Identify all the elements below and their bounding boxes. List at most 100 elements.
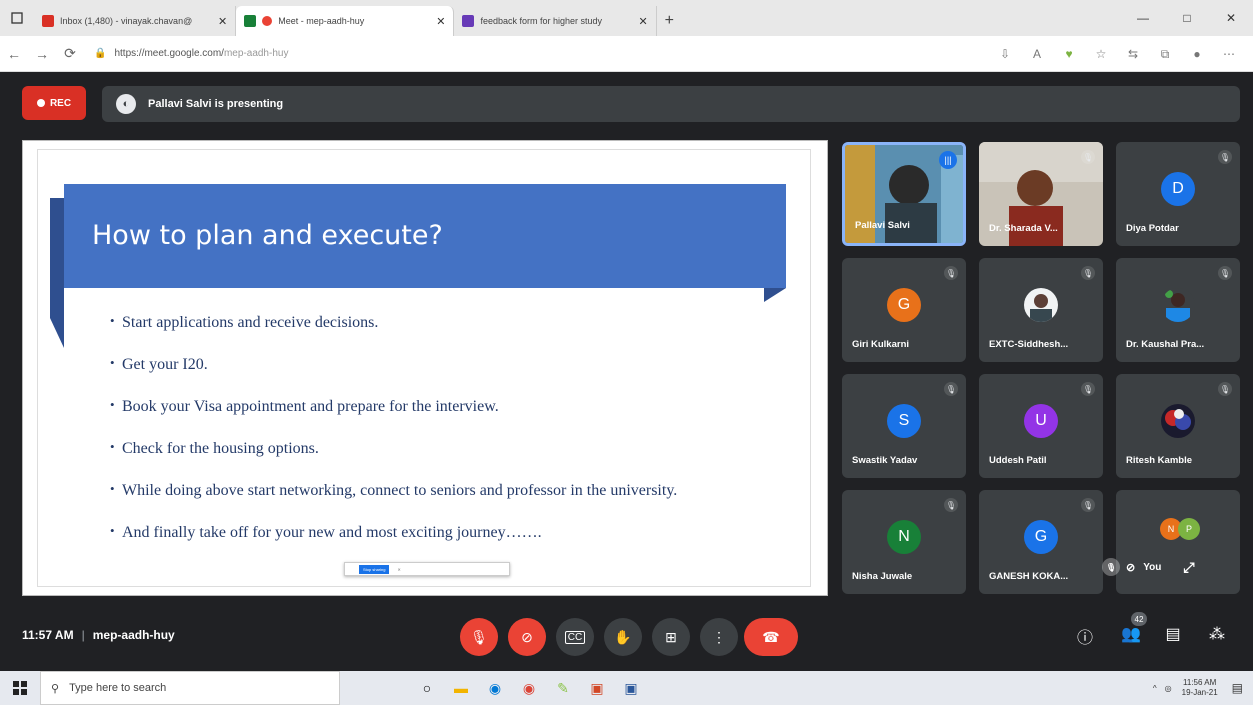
participant-tile[interactable]: 🎙 EXTC-Siddhesh... <box>979 258 1103 362</box>
bullet-item: Get your I20. <box>110 350 770 378</box>
banner-ribbon-right <box>764 288 786 302</box>
close-icon[interactable]: ✕ <box>397 567 400 572</box>
system-tray: ^ ◎ 11:56 AM 19-Jan-21 ▤ <box>1153 671 1243 705</box>
raise-hand-button[interactable]: ✋ <box>604 618 642 656</box>
avatar <box>1024 288 1058 322</box>
share-icon[interactable]: ⧉ <box>1149 47 1181 62</box>
favorites-icon[interactable]: ☆ <box>1085 47 1117 61</box>
captions-button[interactable]: CC <box>556 618 594 656</box>
meeting-code: mep-aadh-huy <box>92 628 175 642</box>
participant-tile[interactable]: 🎙 G GANESH KOKA... <box>979 490 1103 594</box>
task-view-icon[interactable]: ○ <box>410 671 444 705</box>
windows-icon <box>13 681 27 695</box>
taskbar-clock[interactable]: 11:56 AM 19-Jan-21 <box>1182 678 1218 698</box>
taskbar-apps: ○ ▬ ◉ ◉ ✎ ▣ ▣ <box>410 671 648 705</box>
clock-time: 11:56 AM <box>1183 678 1217 687</box>
hand-icon: ✋ <box>614 628 632 645</box>
bullet-item: Start applications and receive decisions… <box>110 308 770 336</box>
presentation-screen: How to plan and execute? Start applicati… <box>22 140 828 596</box>
tab-meet[interactable]: Meet - mep-aadh-huy ✕ <box>236 6 455 36</box>
presenting-icon: ◐ <box>116 94 136 114</box>
close-window-button[interactable]: ✕ <box>1209 0 1253 36</box>
more-options-button[interactable]: ⋮ <box>700 618 738 656</box>
close-tab-icon[interactable]: ✕ <box>436 15 445 28</box>
recording-indicator: REC <box>22 86 86 120</box>
close-tab-icon[interactable]: ✕ <box>638 15 647 28</box>
tab-actions-icon[interactable] <box>0 0 34 36</box>
lock-icon: 🔒 <box>94 48 107 59</box>
collections-icon[interactable]: ⇆ <box>1117 47 1149 61</box>
self-label: You <box>1143 561 1162 573</box>
extension-toolbar: ⇩ A ♥ ☆ ⇆ ⧉ ● ⋯ <box>989 36 1245 72</box>
download-icon[interactable]: ⇩ <box>989 47 1021 61</box>
start-button[interactable] <box>0 681 40 695</box>
powerpoint-icon[interactable]: ▣ <box>580 671 614 705</box>
stop-sharing-button[interactable]: Stop sharing <box>359 564 390 574</box>
camera-toggle-button[interactable]: ⊘ <box>508 618 546 656</box>
more-icon[interactable]: ⋯ <box>1213 47 1245 61</box>
expand-icon[interactable]: ⤢ <box>1183 559 1194 576</box>
more-vert-icon: ⋮ <box>712 628 726 645</box>
self-controls: 🎙 ⊘ You ⤢ <box>1096 554 1230 580</box>
notification-icon[interactable]: ▤ <box>1232 681 1243 695</box>
minimize-button[interactable]: — <box>1121 0 1165 36</box>
participant-tile[interactable]: 🎙 D Diya Potdar <box>1116 142 1240 246</box>
participant-tile[interactable]: ||| Pallavi Salvi <box>842 142 966 246</box>
activities-icon[interactable]: ⁂ <box>1204 624 1230 644</box>
present-button[interactable]: ⊞ <box>652 618 690 656</box>
present-icon: ⊞ <box>665 628 677 645</box>
network-icon[interactable]: ◎ <box>1165 684 1172 693</box>
chevron-up-icon[interactable]: ^ <box>1153 684 1157 693</box>
chat-icon[interactable]: ▤ <box>1160 624 1186 644</box>
avatar: D <box>1161 172 1195 206</box>
camera-off-icon: ⊘ <box>521 628 533 645</box>
participant-tile[interactable]: 🎙 Ritesh Kamble <box>1116 374 1240 478</box>
avatar: U <box>1024 404 1058 438</box>
maximize-button[interactable]: □ <box>1165 0 1209 36</box>
refresh-icon[interactable]: ⟳ <box>56 45 84 62</box>
file-explorer-icon[interactable]: ▬ <box>444 671 478 705</box>
mic-off-icon: 🎙 <box>1081 266 1095 280</box>
bullet-item: Check for the housing options. <box>110 434 770 462</box>
participant-name: Diya Potdar <box>1126 223 1179 234</box>
participant-tile[interactable]: 🎙 N Nisha Juwale <box>842 490 966 594</box>
tab-feedback-form[interactable]: feedback form for higher study ✕ <box>454 6 657 36</box>
forms-icon <box>462 15 475 27</box>
record-dot-icon <box>36 99 45 107</box>
camera-off-icon[interactable]: ⊘ <box>1126 561 1135 574</box>
extension-icon[interactable]: ♥ <box>1053 47 1085 61</box>
participant-tile[interactable]: 🎙 G Giri Kulkarni <box>842 258 966 362</box>
chrome-icon[interactable]: ◉ <box>512 671 546 705</box>
new-tab-button[interactable]: + <box>665 6 674 36</box>
mic-toggle-button[interactable]: 🎙 <box>460 618 498 656</box>
participant-tile[interactable]: 🎙 Dr. Kaushal Pra... <box>1116 258 1240 362</box>
taskbar-search[interactable]: ⚲ Type here to search <box>40 671 340 705</box>
read-aloud-icon[interactable]: A <box>1021 47 1053 61</box>
avatar: N <box>887 520 921 554</box>
close-tab-icon[interactable]: ✕ <box>218 15 227 28</box>
meeting-info: 11:57 AM | mep-aadh-huy <box>22 628 175 642</box>
forward-icon[interactable]: → <box>28 46 56 62</box>
meet-header: REC ◐ Pallavi Salvi is presenting <box>0 72 1253 132</box>
screen: Inbox (1,480) - vinayak.chavan@ ✕ Meet -… <box>0 0 1253 705</box>
mic-off-icon: 🎙 <box>944 382 958 396</box>
avatar: S <box>887 404 921 438</box>
participant-tile[interactable]: 🎙 S Swastik Yadav <box>842 374 966 478</box>
participant-name: Giri Kulkarni <box>852 339 910 350</box>
participant-tile[interactable]: 🎙 U Uddesh Patil <box>979 374 1103 478</box>
participant-tile[interactable]: 🎙 Dr. Sharada V... <box>979 142 1103 246</box>
tab-gmail[interactable]: Inbox (1,480) - vinayak.chavan@ ✕ <box>34 6 237 36</box>
url-field[interactable]: 🔒 https://meet.google.com/ mep-aadh-huy <box>94 48 288 59</box>
meet-icon <box>244 15 257 27</box>
edge-icon[interactable]: ◉ <box>478 671 512 705</box>
pen-app-icon[interactable]: ✎ <box>546 671 580 705</box>
tab-title: Inbox (1,480) - vinayak.chavan@ <box>60 16 193 26</box>
mic-off-icon: 🎙 <box>1218 150 1232 164</box>
word-icon[interactable]: ▣ <box>614 671 648 705</box>
info-icon[interactable]: ⓘ <box>1072 624 1098 648</box>
people-icon[interactable]: 👥 <box>1118 624 1144 644</box>
back-icon[interactable]: ← <box>0 46 28 62</box>
mic-off-icon[interactable]: 🎙 <box>1102 558 1120 576</box>
leave-call-button[interactable]: ☎ <box>744 618 798 656</box>
profile-icon[interactable]: ● <box>1181 47 1213 61</box>
